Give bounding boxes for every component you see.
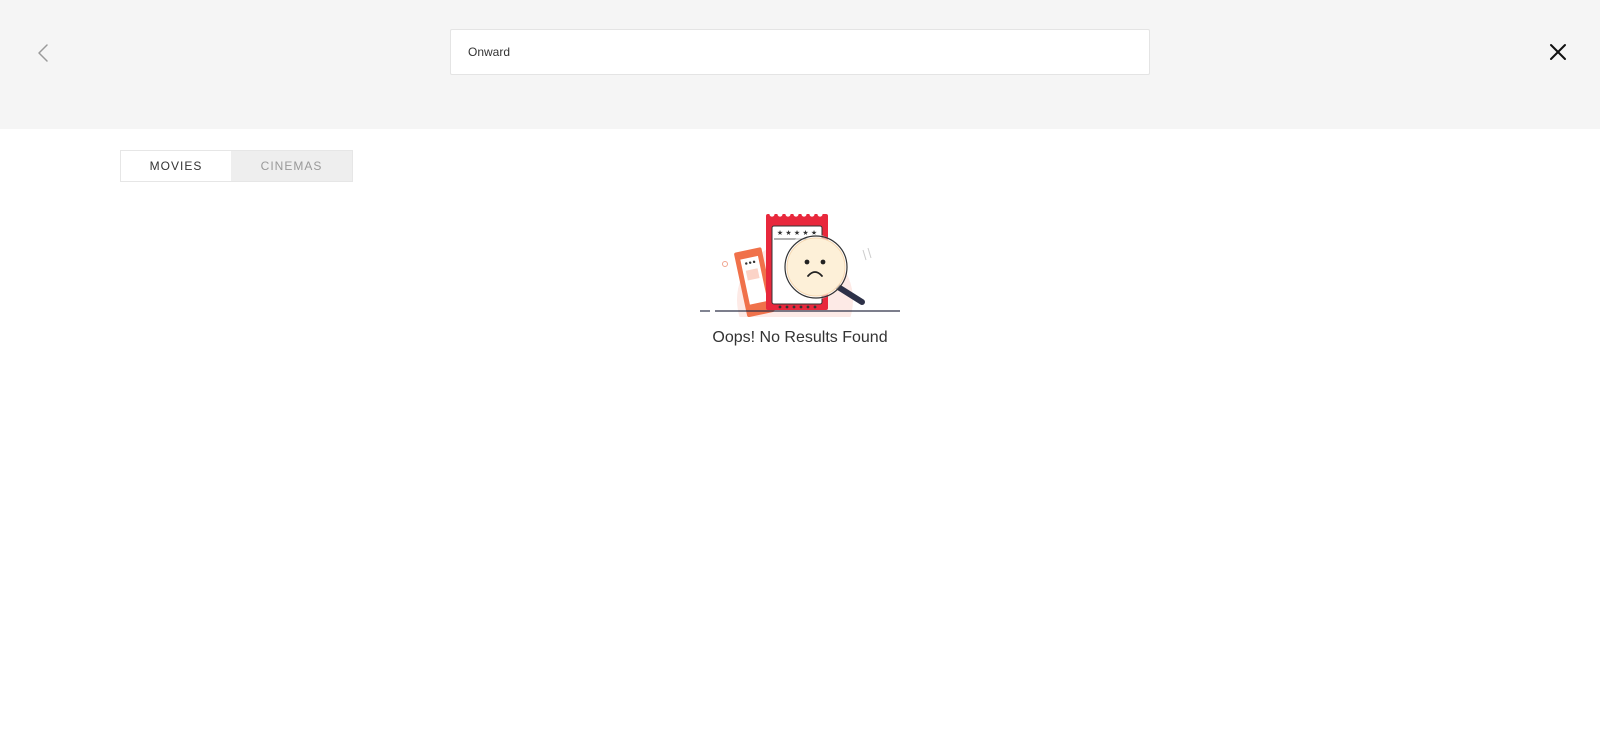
no-results-message: Oops! No Results Found	[712, 329, 888, 346]
close-button[interactable]	[1545, 39, 1571, 65]
tab-movies[interactable]: MOVIES	[121, 151, 231, 181]
result-type-tabs: MOVIES CINEMAS	[120, 150, 353, 182]
back-button[interactable]	[30, 40, 56, 66]
search-input[interactable]	[451, 30, 1149, 74]
empty-state: ★ ★ ★ ★ ★ Oops! No Results Found	[700, 212, 900, 362]
search-field[interactable]	[450, 29, 1150, 75]
search-header	[0, 0, 1600, 129]
sad-ticket-magnifier-icon: ★ ★ ★ ★ ★	[700, 212, 900, 317]
close-icon	[1550, 44, 1566, 60]
chevron-left-icon	[38, 44, 48, 62]
tab-cinemas[interactable]: CINEMAS	[231, 151, 352, 181]
